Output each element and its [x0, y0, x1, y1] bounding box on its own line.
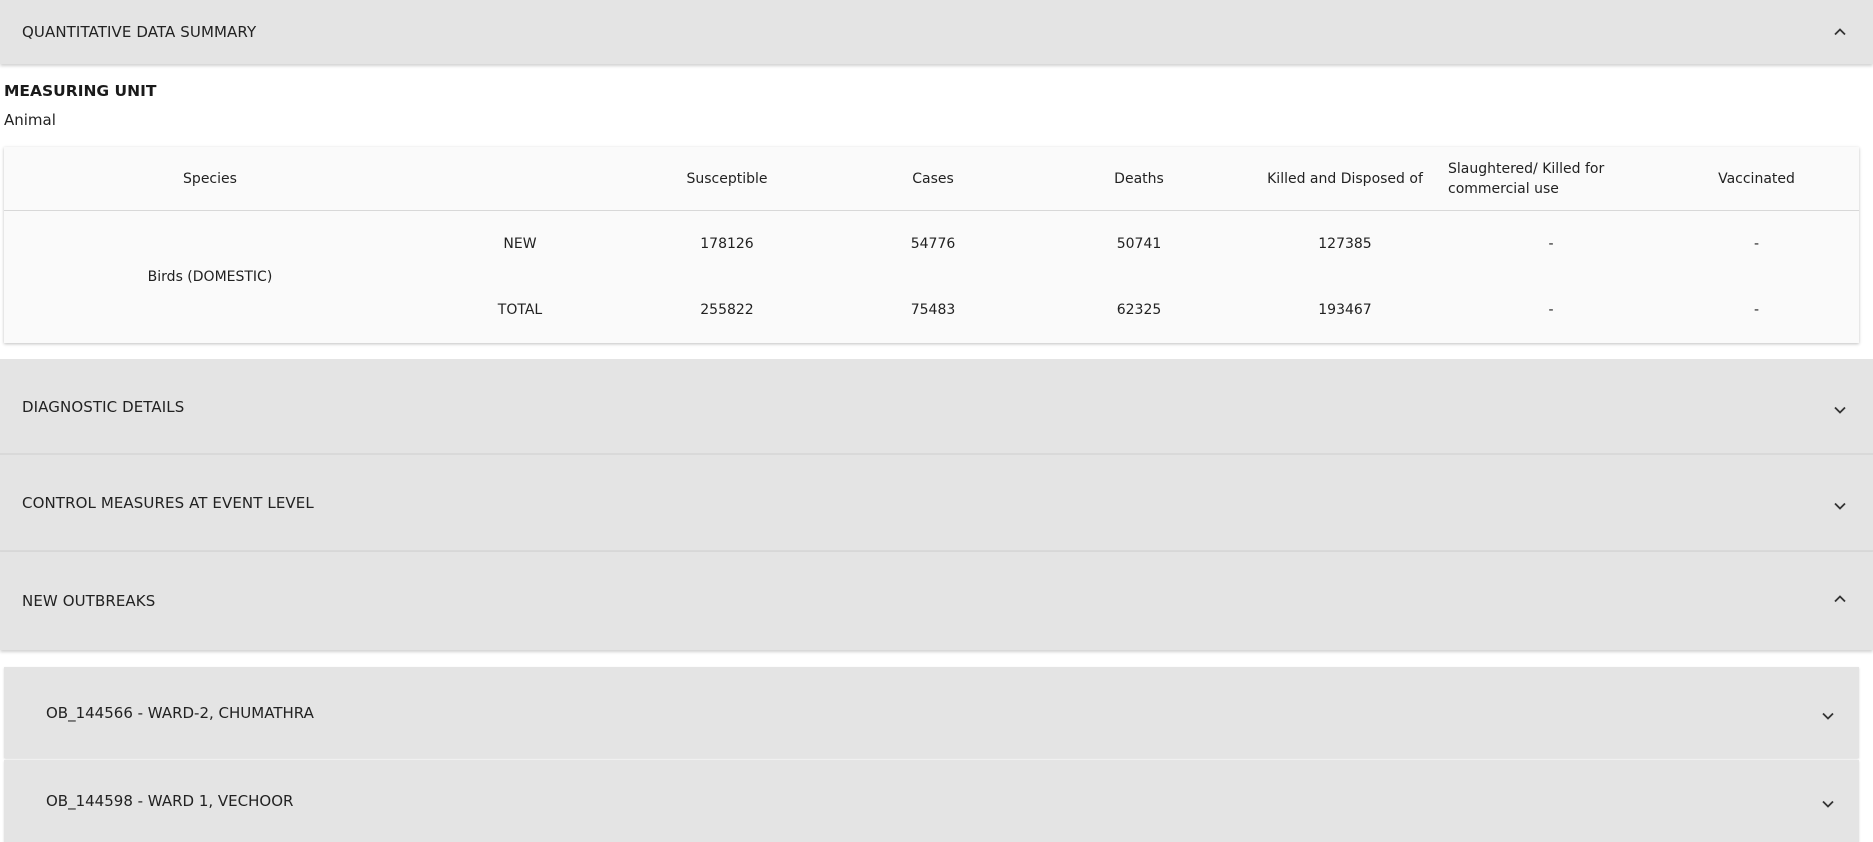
quantitative-summary-title: QUANTITATIVE DATA SUMMARY	[22, 23, 257, 41]
row-total-type: TOTAL	[497, 302, 543, 318]
new-outbreaks-header[interactable]: NEW OUTBREAKS	[0, 552, 1873, 650]
quantitative-summary-header[interactable]: QUANTITATIVE DATA SUMMARY	[0, 0, 1873, 64]
row-new-cases: 54776	[910, 236, 956, 252]
measuring-unit-title: MEASURING UNIT	[4, 82, 157, 100]
chevron-up-icon[interactable]	[1829, 588, 1851, 610]
row-new-deaths: 50741	[1116, 236, 1162, 252]
header-slaughtered: Slaughtered/ Killed for commercial use	[1448, 160, 1605, 197]
row-total-cases: 75483	[910, 302, 956, 318]
row-total-vaccinated: -	[1753, 302, 1760, 318]
row-total-killed: 193467	[1318, 302, 1372, 318]
chevron-down-icon[interactable]	[1817, 793, 1839, 815]
quantitative-table: Species Susceptible Cases Deaths Killed …	[4, 147, 1859, 343]
row-total-deaths: 62325	[1116, 302, 1162, 318]
outbreak-item[interactable]: OB_144566 - WARD-2, CHUMATHRA	[4, 667, 1859, 758]
row-new-susceptible: 178126	[700, 236, 754, 252]
outbreak-item-label: OB_144598 - WARD 1, VECHOOR	[46, 792, 294, 810]
row-total-susceptible: 255822	[700, 302, 754, 318]
row-new-killed: 127385	[1318, 236, 1372, 252]
chevron-down-icon[interactable]	[1817, 705, 1839, 727]
diagnostic-details-header[interactable]: DIAGNOSTIC DETAILS	[0, 359, 1873, 454]
outbreak-item-label: OB_144566 - WARD-2, CHUMATHRA	[46, 703, 314, 722]
control-measures-header[interactable]: CONTROL MEASURES AT EVENT LEVEL	[0, 455, 1873, 550]
row-new-slaughtered: -	[1548, 236, 1554, 252]
new-outbreaks-title: NEW OUTBREAKS	[22, 592, 156, 610]
species-cell: Birds (DOMESTIC)	[147, 269, 273, 285]
header-blank	[416, 147, 624, 210]
header-vaccinated: Vaccinated	[1718, 170, 1795, 187]
row-total-slaughtered: -	[1548, 302, 1554, 318]
outbreak-item[interactable]: OB_144598 - WARD 1, VECHOOR	[4, 760, 1859, 842]
row-new-vaccinated: -	[1753, 236, 1760, 252]
header-deaths: Deaths	[1114, 170, 1164, 187]
row-new-type: NEW	[503, 236, 537, 252]
chevron-up-icon[interactable]	[1829, 21, 1851, 43]
header-susceptible: Susceptible	[686, 170, 768, 187]
header-killed: Killed and Disposed of	[1267, 170, 1423, 187]
header-cases: Cases	[912, 170, 954, 187]
chevron-down-icon[interactable]	[1829, 495, 1851, 517]
control-measures-title: CONTROL MEASURES AT EVENT LEVEL	[22, 493, 314, 512]
diagnostic-details-title: DIAGNOSTIC DETAILS	[22, 397, 185, 416]
measuring-unit-value: Animal	[4, 111, 56, 129]
table-header-divider	[4, 210, 1859, 211]
chevron-down-icon[interactable]	[1829, 399, 1851, 421]
header-species: Species	[183, 170, 237, 187]
